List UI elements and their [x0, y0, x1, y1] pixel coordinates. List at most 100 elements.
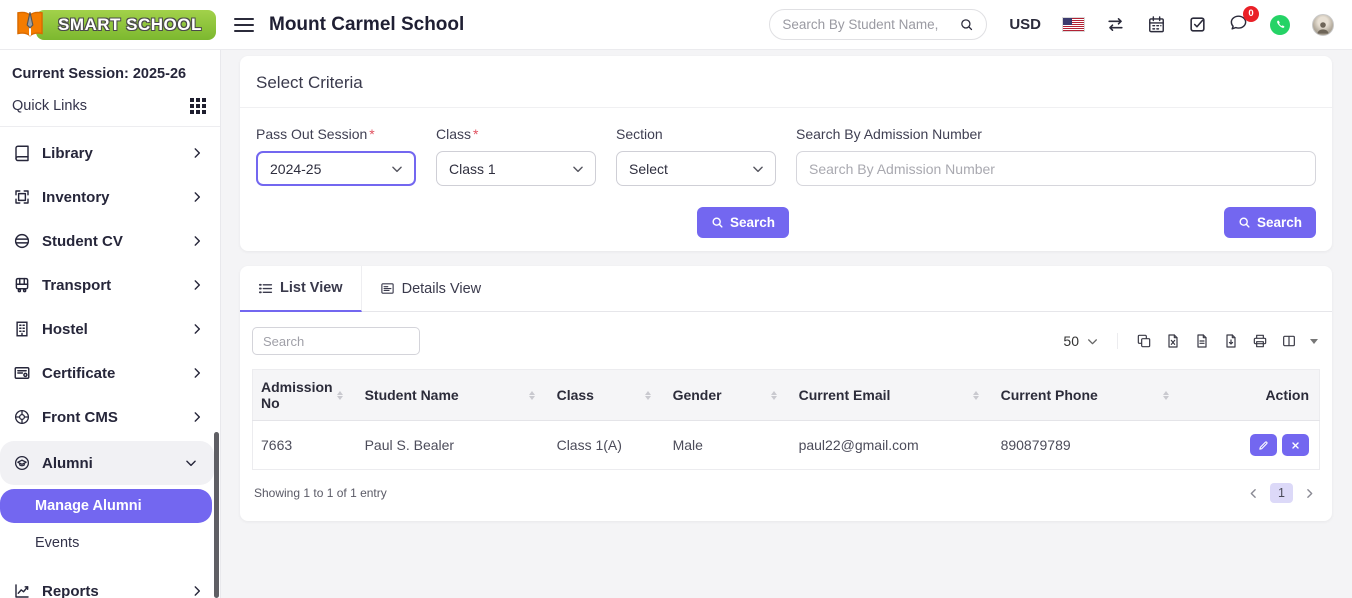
chart-icon	[13, 582, 31, 598]
page-length-select[interactable]: 50	[1063, 333, 1118, 349]
sidebar: Current Session: 2025-26 Quick Links Lib…	[0, 50, 221, 598]
package-icon	[13, 188, 31, 206]
print-icon[interactable]	[1252, 333, 1268, 349]
bus-icon	[13, 276, 31, 294]
column-header-action: Action	[1183, 370, 1320, 421]
current-session-label: Current Session: 2025-26	[0, 58, 220, 92]
column-header-gender[interactable]: Gender	[665, 370, 791, 421]
chevron-right-icon	[190, 584, 204, 598]
excel-icon[interactable]	[1165, 333, 1181, 349]
swap-icon[interactable]	[1106, 15, 1125, 34]
class-select[interactable]: Class 1	[436, 151, 596, 186]
table-search-input[interactable]	[252, 327, 420, 355]
chevron-right-icon	[190, 410, 204, 424]
column-header-student-name[interactable]: Student Name	[357, 370, 549, 421]
sidebar-item-student-cv[interactable]: Student CV	[0, 219, 220, 263]
sidebar-item-inventory[interactable]: Inventory	[0, 175, 220, 219]
search-button[interactable]: Search	[697, 207, 789, 238]
chevron-down-icon	[751, 162, 765, 176]
quick-links-row[interactable]: Quick Links	[0, 92, 220, 127]
search-icon	[1238, 216, 1251, 229]
student-search-input[interactable]	[782, 17, 959, 32]
smart-school-logo[interactable]: SMART SCHOOL	[10, 6, 216, 44]
sidebar-scrollbar[interactable]	[214, 432, 219, 598]
sidebar-subitem-events[interactable]: Events	[0, 525, 220, 561]
sidebar-item-hostel[interactable]: Hostel	[0, 307, 220, 351]
copy-icon[interactable]	[1136, 333, 1152, 349]
sort-icon[interactable]	[529, 391, 541, 400]
currency-selector[interactable]: USD	[1009, 16, 1041, 33]
previous-page-icon[interactable]	[1247, 487, 1260, 500]
required-marker: *	[369, 126, 374, 142]
sidebar-subitem-manage-alumni[interactable]: Manage Alumni	[0, 489, 212, 523]
cell-student-name: Paul S. Bealer	[357, 421, 549, 470]
details-icon	[380, 281, 395, 296]
sidebar-item-reports[interactable]: Reports	[0, 569, 220, 598]
sidebar-item-certificate[interactable]: Certificate	[0, 351, 220, 395]
chat-count-badge: 0	[1243, 6, 1259, 22]
edit-button[interactable]	[1250, 434, 1277, 456]
sort-icon[interactable]	[771, 391, 783, 400]
search-icon[interactable]	[959, 15, 974, 34]
whatsapp-icon[interactable]	[1270, 15, 1290, 35]
pagination: 1	[1247, 483, 1316, 503]
csv-icon[interactable]	[1194, 333, 1210, 349]
hamburger-menu-icon[interactable]	[234, 18, 254, 32]
cell-gender: Male	[665, 421, 791, 470]
chevron-right-icon	[190, 278, 204, 292]
sort-icon[interactable]	[337, 391, 349, 400]
student-search[interactable]	[769, 9, 987, 40]
book-pen-logo-icon	[10, 8, 50, 42]
user-avatar[interactable]	[1312, 14, 1334, 36]
cell-current-phone: 890879789	[993, 421, 1183, 470]
chat-button[interactable]: 0	[1229, 13, 1248, 37]
column-header-admission-no[interactable]: Admission No	[253, 370, 357, 421]
class-value: Class 1	[449, 161, 496, 177]
brand-name: SMART SCHOOL	[58, 15, 202, 34]
chevron-down-icon	[1086, 335, 1099, 348]
column-header-current-email[interactable]: Current Email	[791, 370, 993, 421]
graduation-cap-icon	[13, 454, 31, 472]
table-footer: Showing 1 to 1 of 1 entry 1	[240, 470, 1332, 519]
apps-grid-icon[interactable]	[190, 98, 206, 114]
sort-icon[interactable]	[1163, 391, 1175, 400]
admission-number-input[interactable]	[796, 151, 1316, 186]
us-flag-icon[interactable]	[1063, 18, 1084, 31]
sidebar-item-alumni[interactable]: Alumni	[0, 441, 214, 485]
sidebar-item-front-cms[interactable]: Front CMS	[0, 395, 220, 439]
column-header-class[interactable]: Class	[549, 370, 665, 421]
export-buttons	[1136, 333, 1318, 349]
next-page-icon[interactable]	[1303, 487, 1316, 500]
sort-icon[interactable]	[645, 391, 657, 400]
chevron-down-icon	[390, 162, 404, 176]
cell-current-email: paul22@gmail.com	[791, 421, 993, 470]
task-check-icon[interactable]	[1188, 15, 1207, 34]
topbar-actions: USD 0	[769, 9, 1352, 40]
calendar-icon[interactable]	[1147, 15, 1166, 34]
pdf-icon[interactable]	[1223, 333, 1239, 349]
column-header-current-phone[interactable]: Current Phone	[993, 370, 1183, 421]
quick-links-label: Quick Links	[12, 98, 87, 114]
pass-out-session-select[interactable]: 2024-25	[256, 151, 416, 186]
required-marker: *	[473, 126, 478, 142]
tab-details-view[interactable]: Details View	[362, 266, 500, 311]
results-card: List View Details View 50	[240, 266, 1332, 521]
search-button-admission[interactable]: Search	[1224, 207, 1316, 238]
columns-icon[interactable]	[1281, 333, 1297, 349]
sort-icon[interactable]	[973, 391, 985, 400]
sidebar-item-library[interactable]: Library	[0, 131, 220, 175]
sidebar-item-transport[interactable]: Transport	[0, 263, 220, 307]
caret-down-icon[interactable]	[1310, 339, 1318, 344]
certificate-icon	[13, 364, 31, 382]
admission-number-field: Search By Admission Number	[796, 126, 1316, 186]
page-number[interactable]: 1	[1270, 483, 1293, 503]
criteria-buttons: Search Search	[240, 207, 1332, 251]
section-select[interactable]: Select	[616, 151, 776, 186]
main-content: Select Criteria Pass Out Session* 2024-2…	[221, 50, 1352, 598]
disable-button[interactable]	[1282, 434, 1309, 456]
table-row[interactable]: 7663 Paul S. Bealer Class 1(A) Male paul…	[253, 421, 1320, 470]
view-tabs: List View Details View	[240, 266, 1332, 312]
criteria-title: Select Criteria	[240, 56, 1332, 108]
tab-list-view[interactable]: List View	[240, 266, 362, 312]
pass-out-session-label: Pass Out Session	[256, 126, 367, 142]
